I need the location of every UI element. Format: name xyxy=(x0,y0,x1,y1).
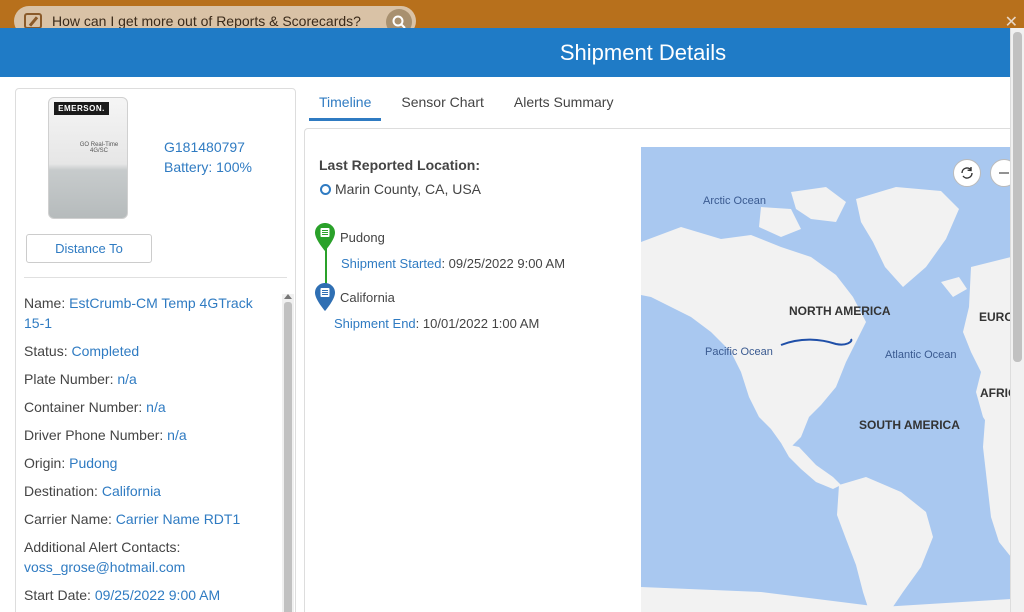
modal-header: Shipment Details xyxy=(0,28,1010,77)
rotate-icon[interactable] xyxy=(953,159,981,187)
label-south-america: SOUTH AMERICA xyxy=(859,418,960,432)
info-value: Carrier Name RDT1 xyxy=(115,511,241,527)
detail-tabs: Timeline Sensor Chart Alerts Summary xyxy=(309,94,633,121)
info-destination: Destination: California xyxy=(24,481,274,501)
info-value: Pudong xyxy=(69,455,118,471)
help-bar: How can I get more out of Reports & Scor… xyxy=(0,0,1024,36)
shipment-map[interactable]: Arctic Ocean NORTH AMERICA EURO Pacific … xyxy=(641,147,1011,612)
device-model: GO Real-Time 4G/SC xyxy=(79,142,119,154)
tab-timeline[interactable]: Timeline xyxy=(309,94,382,121)
info-value: 09/25/2022 9:00 AM xyxy=(94,587,221,603)
map-pin-start-icon xyxy=(315,223,335,251)
shipment-details-modal: Shipment Details EMERSON. GO Real-Time 4… xyxy=(0,28,1011,612)
info-driver-phone: Driver Phone Number: n/a xyxy=(24,425,274,445)
last-location-label: Last Reported Location: xyxy=(319,157,481,173)
label-arctic-ocean: Arctic Ocean xyxy=(703,195,766,207)
info-key: Name: xyxy=(24,295,70,311)
tab-alerts-summary[interactable]: Alerts Summary xyxy=(504,94,624,121)
edit-icon xyxy=(24,13,42,29)
info-key: Driver Phone Number: xyxy=(24,427,168,443)
details-scrollbar[interactable] xyxy=(282,294,294,612)
info-status: Status: Completed xyxy=(24,341,274,361)
zoom-out-icon[interactable] xyxy=(990,159,1011,187)
info-key: Additional Alert Contacts: xyxy=(24,539,181,555)
event-label: Shipment Started xyxy=(341,256,442,271)
info-origin: Origin: Pudong xyxy=(24,453,274,473)
info-start-date: Start Date: 09/25/2022 9:00 AM xyxy=(24,585,274,605)
divider xyxy=(24,277,287,278)
device-battery: Battery: 100% xyxy=(164,159,252,175)
device-panel: EMERSON. GO Real-Time 4G/SC G181480797 B… xyxy=(15,88,296,612)
last-location-value: Marin County, CA, USA xyxy=(335,181,482,197)
info-key: Container Number: xyxy=(24,399,147,415)
info-key: Start Date: xyxy=(24,587,95,603)
timeline-content: Last Reported Location: Marin County, CA… xyxy=(304,128,1011,612)
info-key: Status: xyxy=(24,343,72,359)
info-value[interactable]: voss_grose@hotmail.com xyxy=(24,559,185,575)
info-value: n/a xyxy=(117,371,137,387)
info-carrier-name: Carrier Name: Carrier Name RDT1 xyxy=(24,509,274,529)
info-value: California xyxy=(101,483,161,499)
page-scroll-thumb[interactable] xyxy=(1013,32,1022,362)
scroll-up-icon[interactable] xyxy=(284,294,292,299)
modal-title: Shipment Details xyxy=(559,39,727,65)
device-brand: EMERSON. xyxy=(54,102,109,115)
info-key: Carrier Name: xyxy=(24,511,116,527)
info-key: Destination: xyxy=(24,483,102,499)
timeline-end-event: Shipment End: 10/01/2022 1:00 AM xyxy=(334,316,539,331)
label-africa: AFRIC xyxy=(980,386,1011,400)
info-alert-contacts: Additional Alert Contacts: voss_grose@ho… xyxy=(24,537,274,577)
info-name: Name: EstCrumb-CM Temp 4GTrack 15-1 xyxy=(24,293,274,333)
scroll-thumb[interactable] xyxy=(284,302,292,612)
tab-sensor-chart[interactable]: Sensor Chart xyxy=(391,94,493,121)
page-scrollbar[interactable] xyxy=(1010,28,1024,612)
world-map xyxy=(641,147,1011,612)
info-value: n/a xyxy=(167,427,187,443)
label-atlantic-ocean: Atlantic Ocean xyxy=(885,349,957,361)
event-value: : 09/25/2022 9:00 AM xyxy=(441,256,566,271)
timeline-start-place: Pudong xyxy=(340,230,385,245)
timeline-start-event: Shipment Started: 09/25/2022 9:00 AM xyxy=(341,256,565,271)
help-question[interactable]: How can I get more out of Reports & Scor… xyxy=(52,13,361,29)
label-europe: EURO xyxy=(979,310,1011,324)
location-ring-icon xyxy=(320,184,331,195)
info-plate-number: Plate Number: n/a xyxy=(24,369,274,389)
timeline-end-place: California xyxy=(340,290,395,305)
device-id: G181480797 xyxy=(164,139,245,155)
distance-to-button[interactable]: Distance To xyxy=(26,234,152,263)
info-key: Plate Number: xyxy=(24,371,118,387)
label-north-america: NORTH AMERICA xyxy=(789,304,891,318)
shipment-info-list: Name: EstCrumb-CM Temp 4GTrack 15-1 Stat… xyxy=(24,293,274,612)
event-label: Shipment End xyxy=(334,316,416,331)
info-value: n/a xyxy=(146,399,166,415)
map-pin-end-icon xyxy=(315,283,335,311)
info-key: Origin: xyxy=(24,455,70,471)
device-image: EMERSON. GO Real-Time 4G/SC xyxy=(48,97,128,219)
event-value: : 10/01/2022 1:00 AM xyxy=(415,316,540,331)
info-value: Completed xyxy=(71,343,140,359)
info-container-number: Container Number: n/a xyxy=(24,397,274,417)
label-pacific-ocean: Pacific Ocean xyxy=(705,346,773,358)
